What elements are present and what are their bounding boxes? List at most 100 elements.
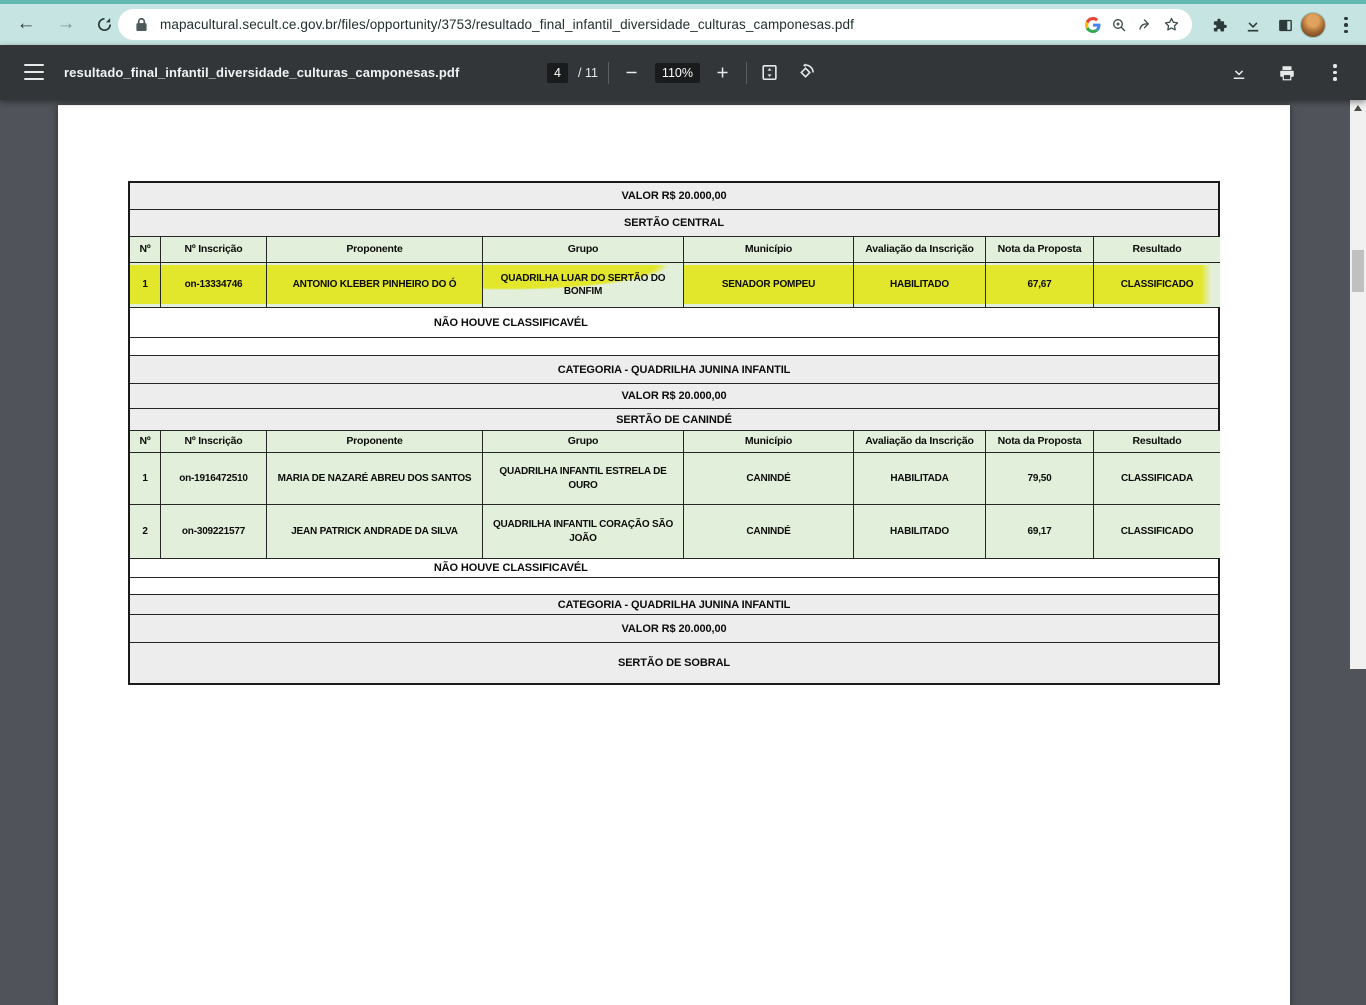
column-header-text: Nº [139, 242, 150, 256]
pdf-more-icon[interactable] [1322, 60, 1348, 86]
spacer-row [130, 578, 1218, 595]
back-button[interactable]: ← [10, 8, 42, 40]
column-header-text: Município [745, 242, 792, 256]
google-g-icon[interactable] [1080, 12, 1106, 38]
header-cell: Município [684, 431, 854, 452]
pdf-filename: resultado_final_infantil_diversidade_cul… [64, 45, 459, 100]
address-bar[interactable]: mapacultural.secult.ce.gov.br/files/oppo… [118, 9, 1192, 40]
section-band: NÃO HOUVE CLASSIFICAVÉL [130, 559, 1218, 578]
column-header-text: Resultado [1133, 434, 1182, 448]
cell-text: 67,67 [1027, 278, 1051, 292]
band-text: VALOR R$ 20.000,00 [130, 623, 1218, 635]
scrollbar-thumb[interactable] [1352, 250, 1364, 292]
cell-text: 1 [142, 278, 147, 292]
header-cell: Resultado [1094, 237, 1220, 262]
table-cell: ANTONIO KLEBER PINHEIRO DO Ó [267, 263, 483, 307]
band-text: SERTÃO DE SOBRAL [130, 657, 1218, 669]
page-number-input[interactable]: 4 [547, 63, 568, 83]
header-cell: Nº [130, 237, 161, 262]
table-cell: QUADRILHA LUAR DO SERTÃO DO BONFIM [483, 263, 684, 307]
cell-text: CANINDÉ [746, 472, 790, 486]
header-cell: Proponente [267, 237, 483, 262]
profile-avatar[interactable] [1300, 12, 1326, 38]
table-cell: CLASSIFICADO [1094, 263, 1220, 307]
side-panel-icon[interactable] [1272, 12, 1298, 38]
browser-toolbar: ← → mapacultural.secult.ce.gov.br/files/… [0, 4, 1366, 45]
table-cell: 67,67 [986, 263, 1094, 307]
table-cell: 1 [130, 263, 161, 307]
zoom-in-button[interactable] [710, 60, 736, 86]
pdf-viewer: VALOR R$ 20.000,00 SERTÃO CENTRAL Nº Nº Ins… [0, 100, 1366, 669]
table-cell: CLASSIFICADO [1094, 505, 1220, 558]
band-text: NÃO HOUVE CLASSIFICAVÉL [130, 317, 892, 329]
section-band: VALOR R$ 20.000,00 [130, 183, 1218, 210]
column-header-text: Proponente [346, 242, 402, 256]
column-header-text: Nº Inscrição [184, 242, 242, 256]
band-text: VALOR R$ 20.000,00 [130, 190, 1218, 202]
column-header-text: Nota da Proposta [998, 434, 1082, 448]
table-cell: CANINDÉ [684, 453, 854, 504]
section-band: CATEGORIA - QUADRILHA JUNINA INFANTIL [130, 595, 1218, 615]
table-cell: on-1916472510 [161, 453, 267, 504]
header-cell: Resultado [1094, 431, 1220, 452]
extensions-puzzle-icon[interactable] [1206, 12, 1232, 38]
toolbar-separator [608, 62, 609, 84]
pdf-print-icon[interactable] [1274, 60, 1300, 86]
table-cell: HABILITADO [854, 505, 986, 558]
zoom-out-button[interactable] [619, 60, 645, 86]
band-text: SERTÃO CENTRAL [130, 217, 1218, 229]
zoom-page-icon[interactable] [1106, 12, 1132, 38]
pdf-page: VALOR R$ 20.000,00 SERTÃO CENTRAL Nº Nº Ins… [58, 105, 1290, 1005]
column-header-text: Grupo [568, 242, 599, 256]
section-band: SERTÃO CENTRAL [130, 210, 1218, 237]
cell-text: SENADOR POMPEU [722, 278, 815, 292]
table-header-row: NºNº InscriçãoProponenteGrupoMunicípioAv… [130, 431, 1218, 453]
url-text[interactable]: mapacultural.secult.ce.gov.br/files/oppo… [160, 17, 1080, 32]
pdf-download-icon[interactable] [1226, 60, 1252, 86]
table-cell: CANINDÉ [684, 505, 854, 558]
rotate-button[interactable] [793, 60, 819, 86]
forward-button[interactable]: → [50, 8, 82, 40]
browser-menu-icon[interactable] [1338, 12, 1354, 38]
cell-text: on-309221577 [182, 525, 245, 539]
header-cell: Avaliação da Inscrição [854, 431, 986, 452]
header-cell: Nº [130, 431, 161, 452]
column-header-text: Avaliação da Inscrição [865, 242, 973, 256]
cell-text: CLASSIFICADO [1121, 278, 1194, 292]
band-text: CATEGORIA - QUADRILHA JUNINA INFANTIL [130, 599, 1218, 611]
reload-icon [96, 16, 113, 33]
column-header-text: Grupo [568, 434, 599, 448]
lock-icon[interactable] [128, 12, 154, 38]
share-icon[interactable] [1132, 12, 1158, 38]
column-header-text: Nota da Proposta [998, 242, 1082, 256]
cell-text: CLASSIFICADO [1121, 525, 1194, 539]
column-header-text: Proponente [346, 434, 402, 448]
zoom-level-input[interactable]: 110% [655, 63, 700, 83]
cell-text: 69,17 [1027, 525, 1051, 539]
table-row: 2on-309221577JEAN PATRICK ANDRADE DA SIL… [130, 505, 1218, 559]
reload-button[interactable] [88, 8, 120, 40]
cell-text: HABILITADO [890, 525, 949, 539]
header-cell: Grupo [483, 237, 684, 262]
header-cell: Grupo [483, 431, 684, 452]
bookmark-star-icon[interactable] [1158, 12, 1184, 38]
downloads-icon[interactable] [1240, 12, 1266, 38]
band-text: CATEGORIA - QUADRILHA JUNINA INFANTIL [130, 364, 1218, 376]
cell-text: 79,50 [1027, 472, 1051, 486]
cell-text: HABILITADO [890, 278, 949, 292]
cell-text: 2 [142, 525, 147, 539]
column-header-text: Resultado [1133, 242, 1182, 256]
section-band: CATEGORIA - QUADRILHA JUNINA INFANTIL [130, 356, 1218, 384]
table-cell: QUADRILHA INFANTIL CORAÇÃO SÃO JOÃO [483, 505, 684, 558]
spacer-row [130, 338, 1218, 356]
scrollbar-up-arrow[interactable] [1352, 102, 1364, 114]
cell-text: QUADRILHA INFANTIL CORAÇÃO SÃO JOÃO [486, 518, 680, 545]
cell-text: CLASSIFICADA [1121, 472, 1193, 486]
pdf-toolbar: resultado_final_infantil_diversidade_cul… [0, 45, 1366, 100]
cell-text: QUADRILHA INFANTIL ESTRELA DE OURO [486, 465, 680, 492]
table-row: 1on-1916472510MARIA DE NAZARÉ ABREU DOS … [130, 453, 1218, 505]
fit-page-button[interactable] [757, 60, 783, 86]
cell-text: on-13334746 [185, 278, 243, 292]
scrollbar[interactable] [1350, 100, 1366, 669]
pdf-menu-icon[interactable] [24, 64, 44, 80]
